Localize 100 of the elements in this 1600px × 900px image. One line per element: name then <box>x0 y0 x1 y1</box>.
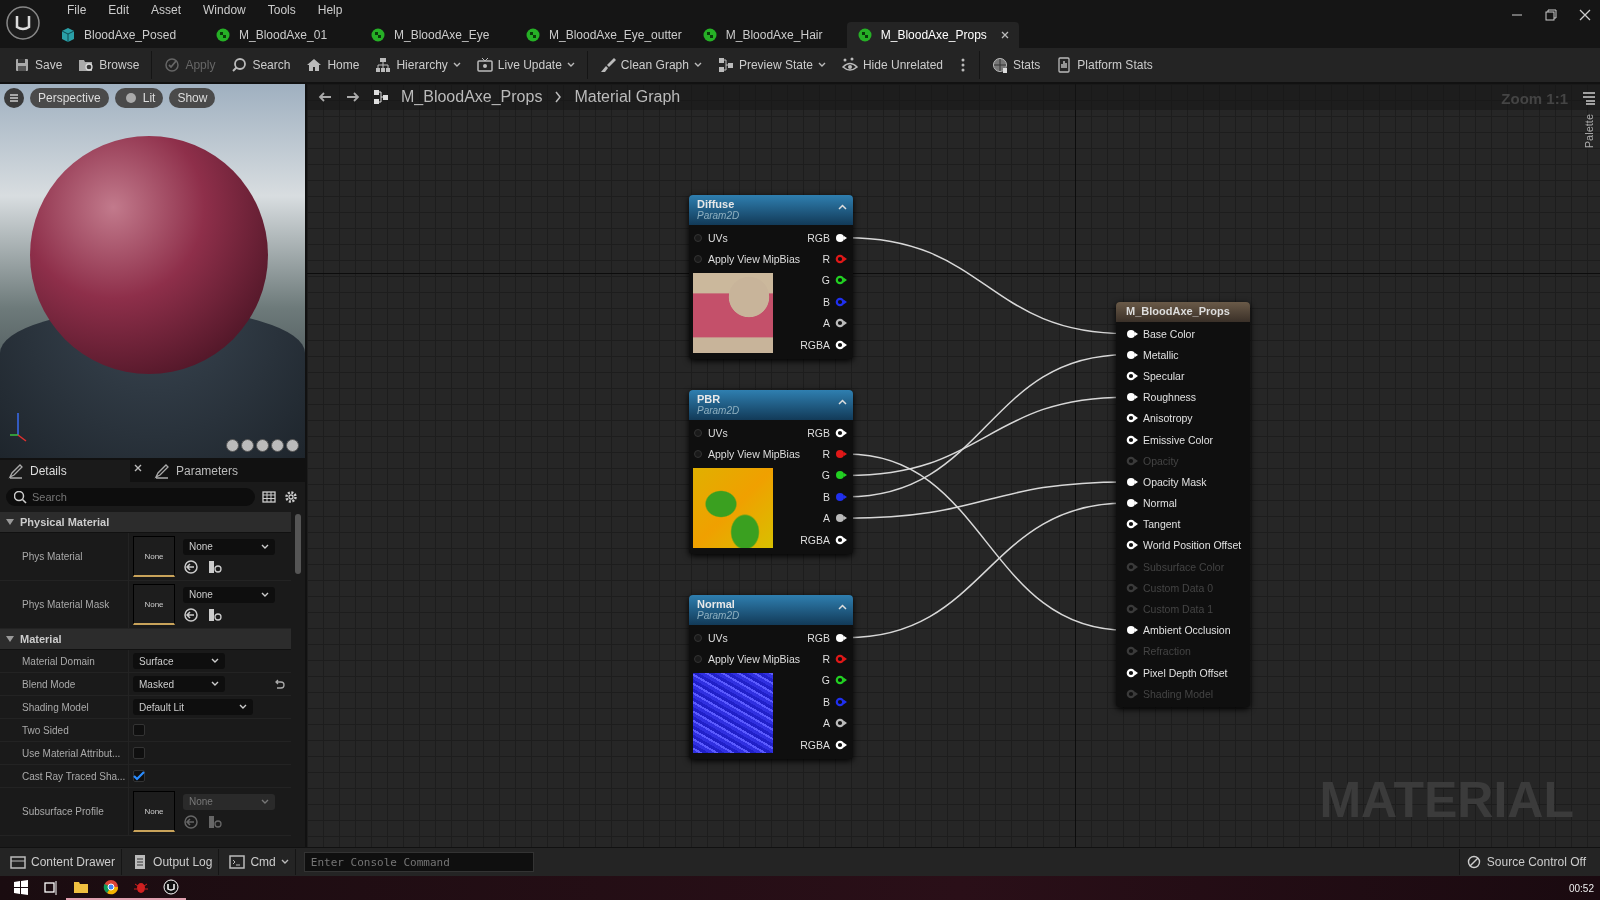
input-pin-icon[interactable] <box>1126 540 1138 551</box>
menu-item[interactable]: File <box>56 3 98 17</box>
input-pin-icon[interactable] <box>1126 625 1138 636</box>
output-pin-icon[interactable] <box>835 470 847 481</box>
checkbox[interactable] <box>133 747 145 759</box>
collapse-caret-icon[interactable] <box>838 399 847 405</box>
output-pin-icon[interactable] <box>835 427 847 438</box>
toolbar-button[interactable]: Live Update <box>468 51 583 79</box>
document-tab[interactable]: M_BloodAxe_01 <box>205 22 360 48</box>
input-pin-icon[interactable] <box>1126 498 1138 509</box>
toolbar-button[interactable]: Hierarchy <box>367 51 469 79</box>
menu-item[interactable]: Asset <box>140 3 193 17</box>
output-pin-icon[interactable] <box>835 232 847 243</box>
toolbar-button[interactable]: Search <box>223 51 299 79</box>
asset-thumbnail[interactable]: None <box>133 584 175 625</box>
viewport-menu-button[interactable] <box>4 88 24 108</box>
document-tab[interactable]: M_BloodAxe_Hair <box>691 22 847 48</box>
menu-item[interactable]: Edit <box>97 3 141 17</box>
input-pin-icon[interactable] <box>693 449 703 460</box>
search-field[interactable]: Search <box>6 488 255 506</box>
input-pin-icon[interactable] <box>1126 349 1138 360</box>
output-pin-icon[interactable] <box>835 318 847 329</box>
input-pin-icon[interactable] <box>1126 646 1138 657</box>
input-pin-icon[interactable] <box>1126 519 1138 530</box>
output-pin-icon[interactable] <box>835 513 847 524</box>
reset-arrow-icon[interactable] <box>273 679 285 689</box>
taskbar-app[interactable] <box>156 876 186 900</box>
output-pin-icon[interactable] <box>835 275 847 286</box>
status-bar-button[interactable]: Content Drawer <box>4 849 123 875</box>
texture-node[interactable]: Diffuse Param2D UVs Apply View MipBias RGB R G B A RGBA <box>689 195 853 360</box>
list-icon[interactable] <box>1581 90 1597 106</box>
viewport-button[interactable]: Show <box>169 88 216 108</box>
output-pin-icon[interactable] <box>835 718 847 729</box>
section-header[interactable]: Material <box>0 629 291 650</box>
input-pin-icon[interactable] <box>1126 455 1138 466</box>
input-pin-icon[interactable] <box>1126 561 1138 572</box>
toolbar-button[interactable]: Clean Graph <box>586 51 710 79</box>
palette-tab[interactable]: Palette <box>1583 114 1595 149</box>
material-output-node[interactable] <box>1116 302 1250 708</box>
checkbox[interactable] <box>133 770 145 782</box>
source-control-button[interactable]: Source Control Off <box>1458 849 1600 875</box>
viewport-button[interactable]: Perspective <box>30 88 109 108</box>
document-tab[interactable]: M_BloodAxe_Props <box>846 22 1019 48</box>
restore-icon[interactable] <box>1542 6 1560 24</box>
panel-tab[interactable]: Details <box>0 460 130 482</box>
toolbar-button[interactable]: Preview State <box>709 51 834 79</box>
input-pin-icon[interactable] <box>1126 328 1138 339</box>
checkbox[interactable] <box>133 724 145 736</box>
status-bar-button[interactable]: Output Log <box>126 849 220 875</box>
toolbar-button[interactable]: Browse <box>70 51 148 79</box>
toolbar-button[interactable]: Stats <box>979 51 1049 79</box>
menu-item[interactable]: Window <box>192 3 257 17</box>
output-pin-icon[interactable] <box>835 632 847 643</box>
dropdown[interactable]: None <box>183 538 275 555</box>
menu-item[interactable]: Help <box>306 3 354 17</box>
texture-node[interactable]: Normal Param2D UVs Apply View MipBias RGB R G B A RGBA <box>689 595 853 760</box>
console-input[interactable]: Enter Console Command <box>303 852 534 872</box>
input-pin-icon[interactable] <box>693 654 703 665</box>
input-pin-icon[interactable] <box>1126 604 1138 615</box>
breadcrumb-item[interactable]: Material Graph <box>574 88 681 106</box>
input-pin-icon[interactable] <box>1126 392 1138 403</box>
input-pin-icon[interactable] <box>693 232 703 243</box>
dropdown[interactable]: Masked <box>133 676 225 692</box>
dropdown[interactable]: Default Lit <box>133 699 253 715</box>
output-pin-icon[interactable] <box>835 675 847 686</box>
toolbar-button[interactable]: Home <box>298 51 368 79</box>
input-pin-icon[interactable] <box>1126 413 1138 424</box>
close-icon[interactable] <box>1000 31 1009 39</box>
menu-item[interactable]: Tools <box>256 3 307 17</box>
scrollbar-thumb[interactable] <box>295 514 301 574</box>
input-pin-icon[interactable] <box>693 427 703 438</box>
output-pin-icon[interactable] <box>835 739 847 750</box>
document-tab[interactable]: M_BloodAxe_Eye <box>360 22 515 48</box>
input-pin-icon[interactable] <box>693 254 703 265</box>
document-tab[interactable]: M_BloodAxe_Eye_outter <box>515 22 692 48</box>
input-pin-icon[interactable] <box>1126 667 1138 678</box>
table-icon[interactable] <box>261 489 277 505</box>
toolbar-button[interactable]: Platform Stats <box>1048 51 1161 79</box>
folder-search-icon[interactable] <box>207 606 223 623</box>
document-tab[interactable]: BloodAxe_Posed <box>50 22 205 48</box>
input-pin-icon[interactable] <box>693 632 703 643</box>
output-pin-icon[interactable] <box>835 534 847 545</box>
collapse-caret-icon[interactable] <box>838 604 847 610</box>
input-pin-icon[interactable] <box>1126 476 1138 487</box>
status-bar-button[interactable]: Cmd <box>223 849 296 875</box>
viewport-button[interactable]: Lit <box>114 88 164 108</box>
texture-node[interactable]: PBR Param2D UVs Apply View MipBias RGB R G B A RGBA <box>689 390 853 555</box>
settings-icon[interactable] <box>283 489 299 505</box>
dropdown[interactable]: None <box>183 586 275 603</box>
breadcrumb-item[interactable]: M_BloodAxe_Props <box>401 88 543 106</box>
input-pin-icon[interactable] <box>1126 370 1138 381</box>
input-pin-icon[interactable] <box>1126 582 1138 593</box>
dropdown[interactable]: Surface <box>133 653 225 669</box>
toolbar-button[interactable]: Hide Unrelated <box>833 51 951 79</box>
section-header[interactable]: Physical Material <box>0 512 291 533</box>
asset-thumbnail[interactable]: None <box>133 536 175 577</box>
collapse-caret-icon[interactable] <box>838 204 847 210</box>
input-pin-icon[interactable] <box>1126 434 1138 445</box>
output-pin-icon[interactable] <box>835 339 847 350</box>
folder-search-icon[interactable] <box>207 558 223 575</box>
